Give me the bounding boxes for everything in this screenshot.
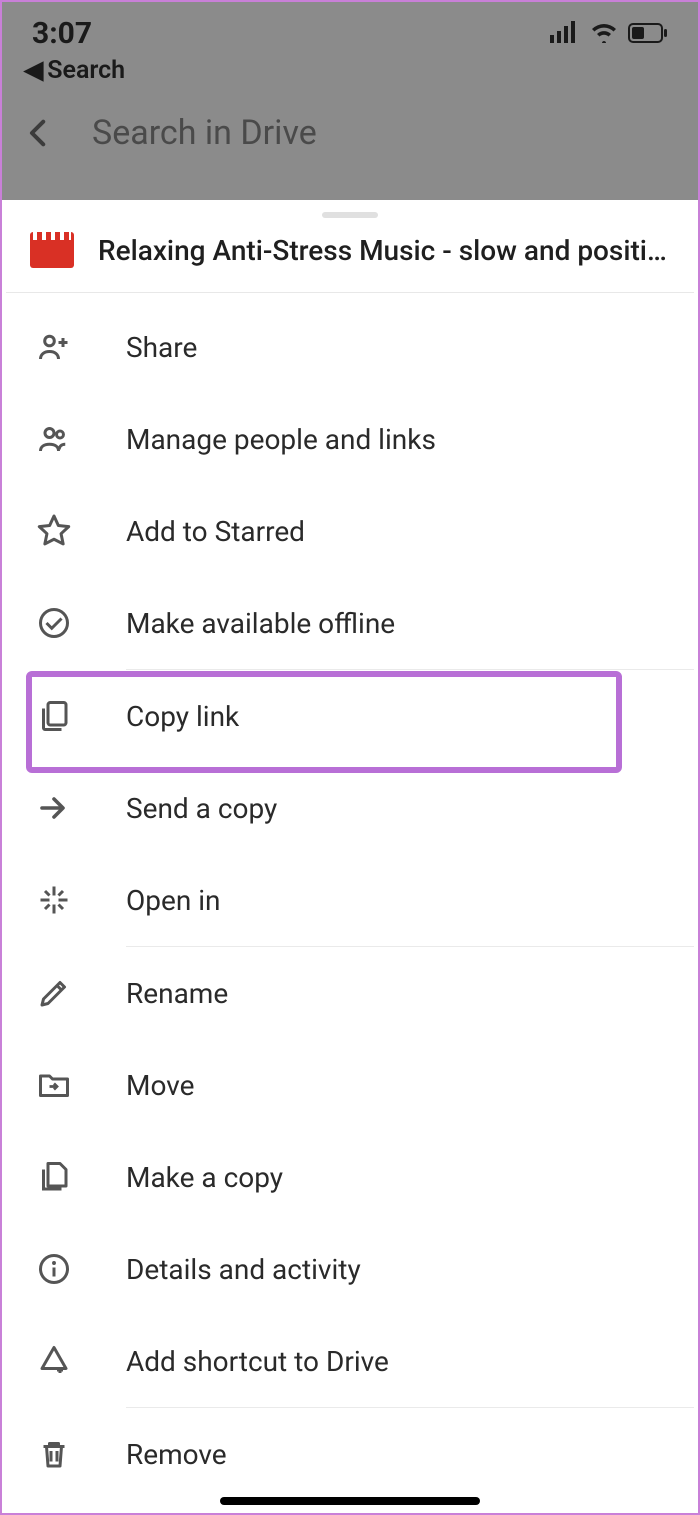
- menu-details[interactable]: Details and activity: [6, 1223, 694, 1315]
- menu-label: Details and activity: [126, 1253, 361, 1286]
- menu-move[interactable]: Move: [6, 1039, 694, 1131]
- video-file-icon: [30, 232, 74, 268]
- status-bar: 3:07: [2, 2, 698, 55]
- trash-icon: [36, 1436, 72, 1472]
- menu-label: Send a copy: [126, 792, 277, 825]
- background-dimmed: 3:07 ◀ Search Search in Drive: [2, 2, 698, 200]
- file-header: Relaxing Anti-Stress Music - slow and po…: [6, 232, 694, 292]
- menu-available-offline[interactable]: Make available offline: [6, 577, 694, 669]
- menu-add-starred[interactable]: Add to Starred: [6, 485, 694, 577]
- move-folder-icon: [36, 1067, 72, 1103]
- file-title: Relaxing Anti-Stress Music - slow and po…: [98, 234, 670, 267]
- menu-label: Make a copy: [126, 1161, 283, 1194]
- battery-icon: [628, 16, 668, 51]
- menu-manage-people[interactable]: Manage people and links: [6, 393, 694, 485]
- offline-icon: [36, 605, 72, 641]
- menu-label: Share: [126, 331, 197, 364]
- menu-label: Open in: [126, 884, 221, 917]
- sheet-grabber[interactable]: [322, 212, 378, 218]
- star-icon: [36, 513, 72, 549]
- info-icon: [36, 1251, 72, 1287]
- status-indicators: [550, 16, 668, 51]
- chevron-left-icon[interactable]: [22, 116, 56, 150]
- menu-label: Add to Starred: [126, 515, 305, 548]
- menu-label: Rename: [126, 977, 228, 1010]
- duplicate-icon: [36, 1159, 72, 1195]
- wifi-icon: [590, 16, 618, 51]
- back-to-search[interactable]: ◀ Search: [2, 55, 698, 95]
- menu-send-copy[interactable]: Send a copy: [6, 762, 694, 854]
- open-in-icon: [36, 882, 72, 918]
- home-indicator[interactable]: [220, 1497, 480, 1505]
- menu-remove[interactable]: Remove: [6, 1408, 694, 1500]
- send-icon: [36, 790, 72, 826]
- drive-shortcut-icon: [36, 1343, 72, 1379]
- pencil-icon: [36, 975, 72, 1011]
- menu-make-copy[interactable]: Make a copy: [6, 1131, 694, 1223]
- highlight-copy-link: [26, 671, 622, 773]
- menu-label: Move: [126, 1069, 194, 1102]
- back-label: Search: [47, 56, 125, 85]
- menu-share[interactable]: Share: [6, 301, 694, 393]
- menu-open-in[interactable]: Open in: [6, 854, 694, 946]
- search-input[interactable]: Search in Drive: [92, 113, 317, 153]
- person-add-icon: [36, 329, 72, 365]
- menu-label: Make available offline: [126, 607, 395, 640]
- context-menu: Share Manage people and links Add to Sta…: [6, 293, 694, 1500]
- menu-label: Add shortcut to Drive: [126, 1345, 389, 1378]
- menu-rename[interactable]: Rename: [6, 947, 694, 1039]
- bottom-sheet: Relaxing Anti-Stress Music - slow and po…: [6, 200, 694, 1509]
- search-row: Search in Drive: [2, 95, 698, 177]
- menu-label: Remove: [126, 1438, 227, 1471]
- menu-label: Manage people and links: [126, 423, 436, 456]
- cellular-icon: [550, 16, 580, 51]
- people-icon: [36, 421, 72, 457]
- back-triangle-icon: ◀: [24, 55, 43, 85]
- status-time: 3:07: [32, 16, 92, 51]
- menu-add-shortcut[interactable]: Add shortcut to Drive: [6, 1315, 694, 1407]
